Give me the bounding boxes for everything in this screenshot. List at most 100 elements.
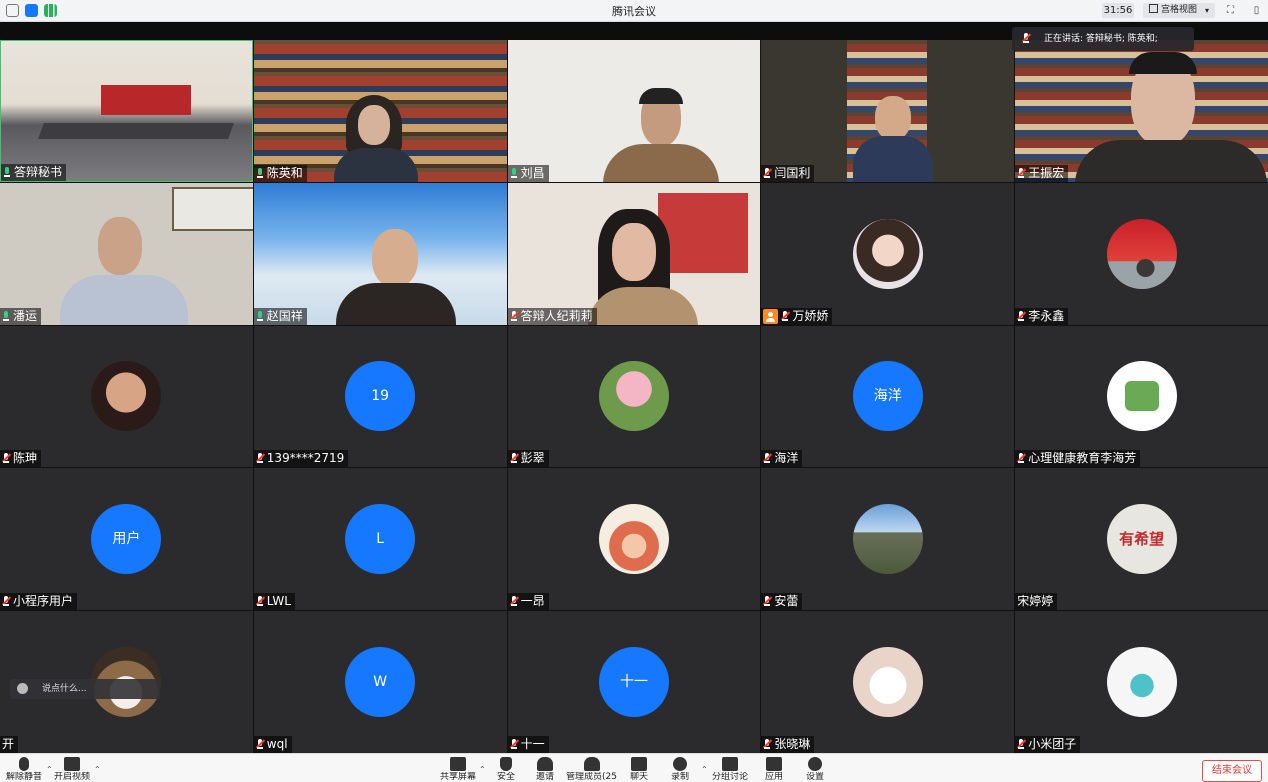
mic-icon (510, 167, 518, 179)
mic-icon (763, 596, 773, 607)
participant-name: 李永鑫 (1015, 307, 1069, 325)
host-icon (763, 308, 779, 324)
mic-icon (781, 310, 791, 322)
participant-tile[interactable]: 十一 十一 (507, 611, 761, 753)
participant-tile[interactable]: 潘运 (0, 182, 253, 325)
participant-tile[interactable]: 安蕾 (761, 468, 1015, 611)
participant-name: 心理健康教育李海芳 (1015, 450, 1141, 468)
mic-icon (509, 739, 519, 750)
person-hair (638, 88, 683, 104)
avatar (1106, 218, 1177, 289)
participant-tile[interactable]: 彭翠 (507, 325, 761, 468)
video-feed (507, 182, 761, 325)
participant-tile[interactable]: L LWL (253, 468, 507, 611)
invite-label: 邀请 (535, 772, 554, 781)
participant-name: 潘运 (0, 307, 42, 325)
participant-tile[interactable]: 答辩秘书 (0, 40, 253, 182)
participant-name-text: 心理健康教育李海芳 (1028, 451, 1137, 466)
chevron-down-icon: ▾ (1204, 6, 1209, 15)
invite-button[interactable]: 邀请 (525, 757, 565, 781)
avatar: 有希望 (1106, 504, 1177, 575)
participant-tile[interactable]: 陈英和 (253, 40, 507, 182)
participant-tile[interactable]: 王振宏 (1015, 40, 1268, 182)
fullscreen-icon[interactable]: ⛶ (1224, 4, 1237, 17)
participant-tile[interactable]: 小米团子 (1015, 611, 1268, 753)
chat-placeholder: 说点什么... (42, 684, 87, 694)
chat-button[interactable]: 聊天 (619, 757, 659, 781)
participant-name: LWL (253, 593, 295, 611)
record-label: 录制 (670, 772, 689, 781)
participant-tile[interactable]: 答辩人纪莉莉 (507, 182, 761, 325)
emoji-icon[interactable] (17, 683, 28, 694)
participant-tile[interactable]: 李永鑫 (1015, 182, 1268, 325)
record-button[interactable]: 录制 (660, 757, 700, 781)
mic-icon (1, 453, 12, 464)
participant-name: 宋婷婷 (1015, 593, 1058, 611)
person-face (357, 105, 390, 145)
participant-tile[interactable]: W wql (253, 611, 507, 753)
members-label: 管理成员(25) (566, 772, 618, 781)
participant-tile[interactable]: 用户 小程序用户 (0, 468, 253, 611)
avatar (598, 361, 669, 432)
chevron-up-icon[interactable]: ⌃ (701, 765, 708, 774)
participant-tile[interactable]: 有希望 宋婷婷 (1015, 468, 1268, 611)
participant-tile[interactable]: 闫国利 (761, 40, 1015, 182)
participant-name-text: 小程序用户 (13, 594, 74, 609)
avatar (91, 361, 162, 432)
settings-button[interactable]: 设置 (795, 757, 835, 781)
participant-tile[interactable]: 刘昌 (507, 40, 761, 182)
person-face (371, 228, 418, 287)
video-button[interactable]: 开启视频 (52, 757, 92, 781)
participant-name-text: 王振宏 (1028, 165, 1065, 180)
view-mode-button[interactable]: 宫格视图 ▾ (1143, 3, 1215, 18)
breakout-icon (722, 757, 738, 771)
avatar: L (345, 504, 416, 575)
participant-name: 张晓琳 (761, 736, 815, 753)
person-face (98, 216, 142, 275)
participant-tile[interactable]: 心理健康教育李海芳 (1015, 325, 1268, 468)
banner-decoration (101, 85, 191, 115)
end-meeting-button[interactable]: 结束会议 (1202, 760, 1262, 782)
chat-input[interactable]: 说点什么... (10, 679, 160, 699)
participant-name: 万娇娇 (761, 307, 833, 325)
meeting-timer: 31:56 (1102, 3, 1134, 18)
members-button[interactable]: 管理成员(25) (566, 757, 618, 781)
mute-button[interactable]: 解除静音 (4, 757, 44, 781)
avatar: 海洋 (852, 361, 923, 432)
mic-icon (509, 596, 519, 607)
participant-tile[interactable]: 万娇娇 (761, 182, 1015, 325)
share-screen-button[interactable]: 共享屏幕 (438, 757, 478, 781)
breakout-button[interactable]: 分组讨论 (710, 757, 750, 781)
participant-name-text: 139****2719 (266, 451, 345, 466)
participant-tile[interactable]: 赵国祥 (253, 182, 507, 325)
chevron-up-icon[interactable]: ⌃ (479, 765, 486, 774)
wechat-icon (1124, 381, 1159, 412)
participant-tile[interactable]: 海洋 海洋 (761, 325, 1015, 468)
participant-tile[interactable]: 陈珅 (0, 325, 253, 468)
participant-tile[interactable]: 19 139****2719 (253, 325, 507, 468)
participant-name-text: wql (266, 737, 288, 751)
participant-tile[interactable]: 张晓琳 (761, 611, 1015, 753)
person-body (602, 144, 719, 182)
mic-icon (1021, 33, 1032, 44)
participant-tile[interactable]: 一昂 (507, 468, 761, 611)
person-face (611, 222, 656, 281)
window-title: 腾讯会议 (612, 5, 656, 18)
participant-name: 彭翠 (507, 450, 549, 468)
participant-name: 安蕾 (761, 593, 803, 611)
avatar: 用户 (91, 504, 162, 575)
sidebar-toggle-icon[interactable]: ▯ (1250, 4, 1263, 17)
mic-icon (1017, 310, 1027, 322)
participant-name-text: 李永鑫 (1028, 308, 1065, 323)
apps-button[interactable]: 应用 (754, 757, 794, 781)
apps-label: 应用 (764, 772, 783, 781)
participant-name: 赵国祥 (253, 307, 307, 325)
avatar: 19 (345, 361, 416, 432)
security-button[interactable]: 安全 (486, 757, 526, 781)
video-feed (253, 40, 507, 182)
avatar: W (345, 647, 416, 718)
person-body (853, 136, 934, 182)
participant-name: 海洋 (761, 450, 803, 468)
participant-name-text: 一昂 (520, 594, 545, 609)
chevron-up-icon[interactable]: ⌃ (94, 765, 101, 774)
